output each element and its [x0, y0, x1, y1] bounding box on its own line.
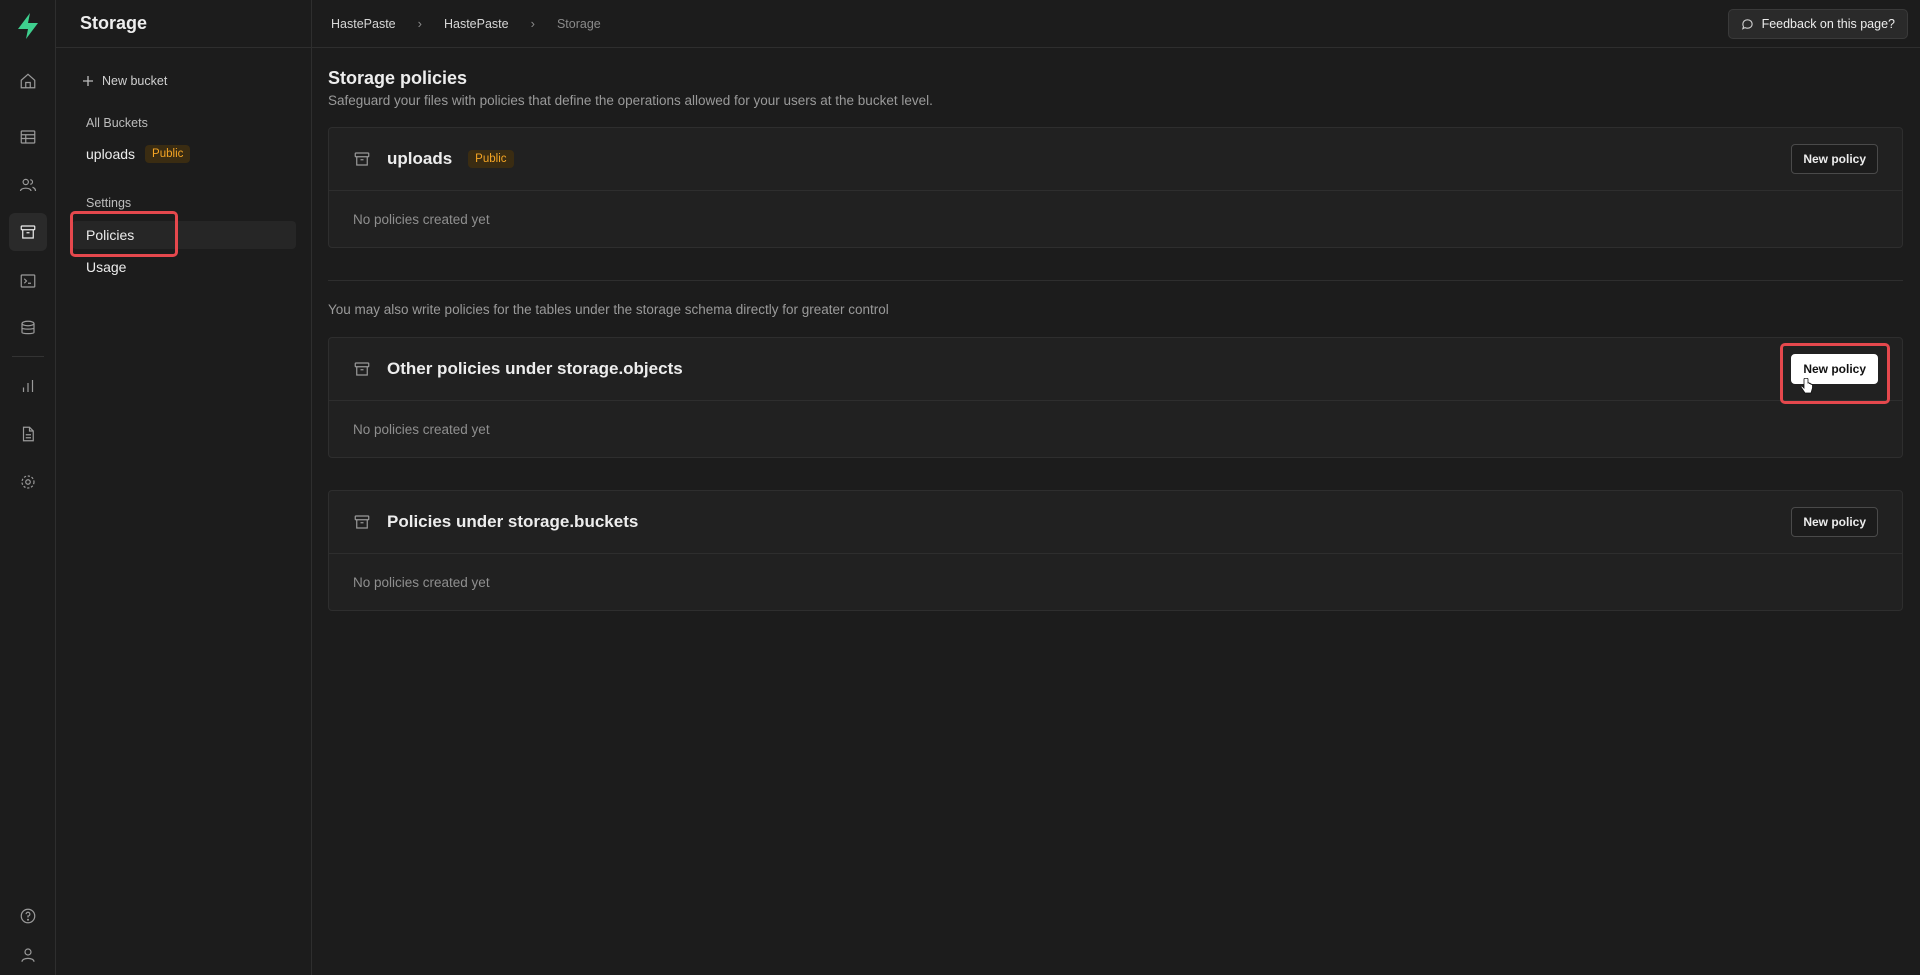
card-title: Policies under storage.buckets	[387, 512, 639, 531]
sidebar-item-label: Policies	[86, 227, 135, 243]
sidebar-title: Storage	[56, 0, 311, 48]
reports-icon[interactable]	[9, 367, 47, 405]
card-header: Other policies under storage.objects New…	[329, 338, 1902, 401]
feedback-label: Feedback on this page?	[1761, 17, 1895, 31]
empty-state-text: No policies created yet	[353, 421, 490, 437]
feedback-button[interactable]: Feedback on this page?	[1727, 9, 1908, 39]
new-policy-button[interactable]: New policy	[1791, 507, 1878, 537]
public-badge: Public	[145, 145, 191, 163]
settings-icon[interactable]	[9, 463, 47, 501]
table-editor-icon[interactable]	[9, 118, 47, 156]
plus-icon	[83, 76, 93, 86]
new-policy-button[interactable]: New policy	[1791, 144, 1878, 174]
page-title: Storage policies	[328, 68, 468, 88]
bucket-name: uploads	[86, 146, 136, 162]
icon-rail	[0, 0, 56, 975]
new-bucket-button[interactable]: New bucket	[82, 74, 167, 88]
policy-card-objects: Other policies under storage.objects New…	[328, 337, 1903, 458]
top-bar: HastePaste › HastePaste › Storage Feedba…	[312, 0, 1920, 48]
supabase-logo-icon[interactable]	[15, 12, 41, 40]
docs-icon[interactable]	[9, 415, 47, 453]
empty-state-text: No policies created yet	[353, 574, 490, 590]
empty-state-text: No policies created yet	[353, 211, 490, 227]
cursor-hand-icon	[1800, 378, 1813, 394]
policy-card-uploads: uploads Public New policy No policies cr…	[328, 127, 1903, 248]
sql-editor-icon[interactable]	[9, 262, 47, 300]
settings-heading: Settings	[86, 196, 132, 210]
storage-sidebar: Storage New bucket All Buckets uploads P…	[56, 0, 312, 975]
message-icon	[1741, 18, 1753, 30]
public-badge: Public	[468, 150, 514, 168]
card-title: Other policies under storage.objects	[387, 359, 683, 378]
account-icon[interactable]	[9, 936, 47, 974]
sidebar-item-policies[interactable]: Policies	[72, 221, 296, 249]
breadcrumb: HastePaste › HastePaste › Storage	[312, 16, 601, 31]
policy-card-buckets: Policies under storage.buckets New polic…	[328, 490, 1903, 611]
sidebar-item-usage[interactable]: Usage	[72, 253, 296, 281]
new-bucket-label: New bucket	[102, 74, 168, 88]
chevron-right-icon: ›	[530, 16, 535, 31]
schema-note: You may also write policies for the tabl…	[328, 302, 889, 317]
archive-icon	[354, 152, 370, 166]
card-title: uploads	[387, 149, 453, 168]
divider	[328, 280, 1903, 281]
sidebar-item-uploads[interactable]: uploads Public	[86, 145, 191, 163]
help-icon[interactable]	[9, 897, 47, 935]
breadcrumb-page: Storage	[556, 16, 601, 31]
card-header: uploads Public New policy	[329, 128, 1902, 191]
archive-icon	[354, 362, 370, 376]
sidebar-item-label: Usage	[86, 259, 127, 275]
users-icon[interactable]	[9, 166, 47, 204]
all-buckets-heading: All Buckets	[86, 116, 148, 130]
home-icon[interactable]	[9, 62, 47, 100]
chevron-right-icon: ›	[417, 16, 422, 31]
card-header: Policies under storage.buckets New polic…	[329, 491, 1902, 554]
database-icon[interactable]	[9, 309, 47, 347]
breadcrumb-project[interactable]: HastePaste	[444, 17, 509, 31]
breadcrumb-org[interactable]: HastePaste	[331, 17, 396, 31]
archive-icon	[354, 515, 370, 529]
storage-icon[interactable]	[9, 213, 47, 251]
page-subtitle: Safeguard your files with policies that …	[328, 93, 933, 108]
